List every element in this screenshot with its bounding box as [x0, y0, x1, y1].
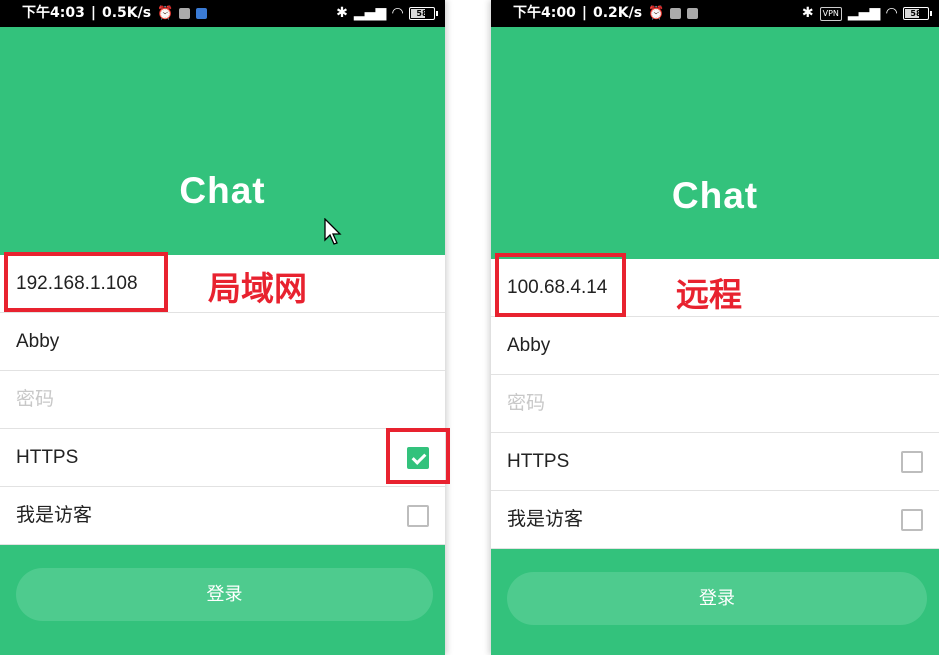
login-button[interactable]: 登录 — [16, 568, 433, 621]
login-button[interactable]: 登录 — [507, 572, 927, 625]
alarm-icon: ⏰ — [157, 6, 174, 21]
https-row[interactable]: HTTPS — [491, 433, 939, 491]
username-field[interactable]: Abby — [491, 317, 939, 375]
password-placeholder: 密码 — [16, 389, 55, 410]
wifi-icon: ◠ — [886, 5, 897, 21]
app-title: Chat — [179, 170, 266, 211]
vpn-icon: VPN — [819, 6, 842, 21]
https-row[interactable]: HTTPS — [0, 429, 445, 487]
app-title: Chat — [671, 175, 759, 216]
server-highlight-box — [4, 252, 168, 312]
username-field[interactable]: Abby — [0, 313, 445, 371]
username-value: Abby — [16, 331, 60, 352]
guest-label: 我是访客 — [16, 505, 93, 526]
guest-checkbox[interactable] — [901, 509, 923, 531]
bluetooth-icon: ✱ — [801, 5, 814, 21]
network-speed: 0.2K/s — [592, 5, 643, 21]
login-footer: 登录 — [0, 545, 445, 655]
remote-annotation: 远程 — [676, 275, 742, 314]
signal-icon: ▂▄▆ — [847, 5, 881, 21]
alarm-icon: ⏰ — [648, 6, 665, 21]
guest-row[interactable]: 我是访客 — [0, 487, 445, 545]
bluetooth-icon: ✱ — [336, 5, 348, 21]
app-notification-icon — [687, 8, 699, 19]
status-time: 下午4:00 — [513, 5, 576, 21]
app-header: Chat — [0, 27, 445, 255]
server-highlight-box — [495, 253, 626, 317]
https-label: HTTPS — [507, 451, 570, 472]
status-time: 下午4:03 — [22, 5, 85, 21]
wifi-icon: ◠ — [392, 5, 403, 21]
username-value: Abby — [507, 335, 551, 356]
guest-row[interactable]: 我是访客 — [491, 491, 939, 549]
app-notification-icon — [179, 8, 191, 19]
password-field[interactable]: 密码 — [491, 375, 939, 433]
https-highlight-box — [386, 428, 450, 484]
app-header: Chat — [491, 27, 939, 259]
mouse-pointer-icon — [324, 218, 342, 245]
app-notification-icon — [196, 8, 208, 19]
status-bar: 下午4:00 | 0.2K/s ⏰ ✱ VPN ▂▄▆ ◠ 58 — [491, 0, 939, 27]
lan-annotation: 局域网 — [208, 269, 307, 308]
login-footer: 登录 — [491, 549, 939, 655]
password-placeholder: 密码 — [507, 393, 546, 414]
https-label: HTTPS — [16, 447, 79, 468]
guest-checkbox[interactable] — [407, 505, 429, 527]
guest-label: 我是访客 — [507, 509, 584, 530]
status-bar: 下午4:03 | 0.5K/s ⏰ ✱ ▂▄▆ ◠ 58 — [0, 0, 445, 27]
signal-icon: ▂▄▆ — [353, 5, 387, 21]
battery-icon: 58 — [903, 7, 932, 20]
password-field[interactable]: 密码 — [0, 371, 445, 429]
battery-icon: 58 — [409, 7, 438, 20]
https-checkbox[interactable] — [901, 451, 923, 473]
left-phone-screen: 下午4:03 | 0.5K/s ⏰ ✱ ▂▄▆ ◠ 58 Chat 192.16… — [0, 0, 445, 655]
right-phone-screen: 下午4:00 | 0.2K/s ⏰ ✱ VPN ▂▄▆ ◠ 58 Chat 10… — [491, 0, 939, 655]
network-speed: 0.5K/s — [101, 5, 152, 21]
app-notification-icon — [670, 8, 682, 19]
